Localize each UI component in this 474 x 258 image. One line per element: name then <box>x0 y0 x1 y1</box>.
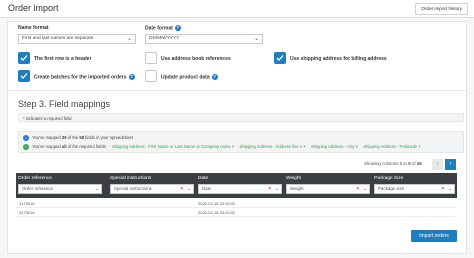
order-reference-cell: 3175016 <box>19 210 35 215</box>
column-title: Special instructions <box>110 176 152 181</box>
shipping-for-billing-label: Use shipping address for billing address <box>290 56 387 62</box>
column-mapping-select[interactable]: Order reference ⌄ <box>18 184 102 194</box>
update-product-data-checkbox[interactable] <box>145 70 157 82</box>
grid-column: Date Date ✕ ⌄ <box>196 173 284 198</box>
date-cell: 2020-02-18 23:15:02 <box>198 201 236 206</box>
check-icon <box>20 55 28 61</box>
required-note: * Indicates a required field <box>23 116 72 121</box>
required-field-tag: Shipping Address - Postcode × <box>363 144 421 150</box>
column-title: Package Size <box>374 176 404 181</box>
create-batches-checkbox[interactable] <box>18 70 30 82</box>
field-mapping-grid-header: Order reference Order reference ⌄ Specia… <box>16 173 457 198</box>
info-icon: i <box>23 135 29 141</box>
chevron-down-icon: ⌄ <box>362 186 367 192</box>
chevron-down-icon: ⌄ <box>274 186 279 192</box>
grid-column: Special instructions Special instruction… <box>108 173 196 198</box>
clear-icon[interactable]: ✕ <box>356 185 360 193</box>
showing-columns-text: Showing columns 1 to 5 of 58 <box>364 161 422 166</box>
chevron-down-icon: ⌄ <box>186 186 191 192</box>
address-book-references-label: Use address book references <box>161 56 231 62</box>
chevron-right-icon: › <box>449 161 452 167</box>
order-reference-cell: 3175016 <box>19 201 35 206</box>
create-batches-label: Create batches for the imported orders? <box>34 74 135 81</box>
date-cell: 2020-02-18 23:15:02 <box>198 210 236 215</box>
check-circle-icon: ✓ <box>23 144 29 150</box>
chevron-down-icon: ⌄ <box>253 36 259 42</box>
chevron-down-icon: ⌄ <box>447 186 452 192</box>
table-row: 3175016 2020-02-18 23:15:02 <box>16 200 457 208</box>
clear-icon[interactable]: ✕ <box>180 185 184 193</box>
column-mapping-select[interactable]: Date ✕ ⌄ <box>198 184 282 194</box>
close-icon: × <box>418 144 421 150</box>
required-field-tag: Shipping Address - Address line 1 × <box>239 144 306 150</box>
shipping-for-billing-checkbox[interactable] <box>274 52 286 64</box>
date-format-select[interactable]: DD/MM/YYYY ⌄ <box>145 34 263 44</box>
required-fields-info: ✓ You've mapped all of the required fiel… <box>23 144 421 150</box>
required-field-tag: Shipping Address - City × <box>310 144 359 150</box>
first-row-header-checkbox[interactable] <box>18 52 30 64</box>
help-icon[interactable]: ? <box>174 25 181 31</box>
mapped-fields-info: i You've mapped 39 of the 58 fields in y… <box>23 135 133 141</box>
clear-icon[interactable]: ✕ <box>441 185 445 193</box>
help-icon[interactable]: ? <box>128 74 135 80</box>
prev-columns-button[interactable]: ‹ <box>432 159 443 170</box>
first-row-header-label: The first row is a header <box>34 56 92 62</box>
column-title: Order reference <box>18 176 52 181</box>
mapping-info-box: i You've mapped 39 of the 58 fields in y… <box>18 131 464 153</box>
step3-title: Step 3. Field mappings <box>18 99 111 109</box>
check-icon <box>20 73 28 79</box>
column-mapping-select[interactable]: Special instructions ✕ ⌄ <box>110 184 194 194</box>
order-import-history-button[interactable]: Order import history <box>415 3 468 15</box>
close-icon: × <box>231 144 235 150</box>
column-mapping-select[interactable]: Weight ✕ ⌄ <box>286 184 370 194</box>
next-columns-button[interactable]: › <box>445 159 456 170</box>
address-book-references-checkbox[interactable] <box>145 52 157 64</box>
required-note-box: * Indicates a required field <box>18 113 464 122</box>
clear-icon[interactable]: ✕ <box>268 185 272 193</box>
check-icon <box>276 55 284 61</box>
close-icon: × <box>355 144 359 150</box>
update-product-data-label: Update product data? <box>161 74 218 81</box>
name-format-select[interactable]: First and last names are separate ⌄ <box>18 34 136 44</box>
help-icon[interactable]: ? <box>211 74 218 80</box>
import-orders-button[interactable]: Import orders <box>411 230 457 242</box>
page-title: Order import <box>8 3 59 13</box>
column-title: Date <box>198 176 209 181</box>
grid-column: Weight Weight ✕ ⌄ <box>284 173 372 198</box>
chevron-left-icon: ‹ <box>436 161 439 167</box>
close-icon: × <box>303 144 306 150</box>
import-card: Name format First and last names are sep… <box>7 21 467 254</box>
chevron-down-icon: ⌄ <box>126 36 132 42</box>
column-title: Weight <box>286 176 301 181</box>
table-row: 3175016 2020-02-18 23:15:02 <box>16 209 457 217</box>
grid-column: Order reference Order reference ⌄ <box>16 173 104 198</box>
name-format-label: Name format <box>18 25 49 31</box>
required-field-tag: Shipping Address - First Name or Last Na… <box>111 144 235 150</box>
date-format-label: Date format? <box>145 25 181 32</box>
column-mapping-select[interactable]: Package size ✕ ⌄ <box>374 184 455 194</box>
top-bar: Order import Order import history <box>0 0 474 18</box>
grid-column: Package Size Package size ✕ ⌄ <box>372 173 457 198</box>
chevron-down-icon: ⌄ <box>94 186 99 192</box>
section-divider <box>8 90 466 91</box>
